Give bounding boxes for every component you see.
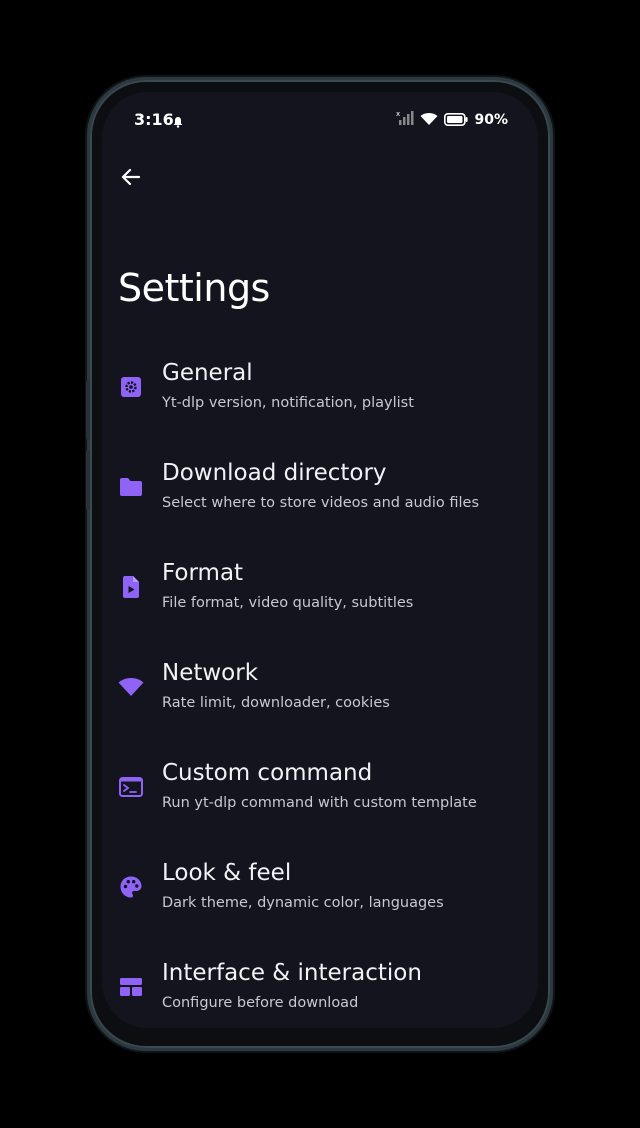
wifi-status-icon: [420, 111, 438, 130]
settings-item-title: Custom command: [162, 760, 373, 786]
dashboard-icon: [118, 974, 144, 1000]
power-button: [86, 450, 90, 510]
alarm-icon: [172, 113, 184, 132]
palette-icon: [118, 874, 144, 900]
settings-item-general[interactable]: General Yt-dlp version, notification, pl…: [102, 354, 538, 442]
status-icons: x 90%: [396, 110, 508, 130]
settings-item-title: Download directory: [162, 460, 387, 486]
settings-item-look-and-feel[interactable]: Look & feel Dark theme, dynamic color, l…: [102, 854, 538, 942]
settings-item-subtitle: Configure before download: [162, 995, 359, 1011]
settings-item-subtitle: Run yt-dlp command with custom template: [162, 795, 477, 811]
settings-item-subtitle: Rate limit, downloader, cookies: [162, 695, 390, 711]
settings-item-subtitle: Dark theme, dynamic color, languages: [162, 895, 444, 911]
settings-item-subtitle: Yt-dlp version, notification, playlist: [162, 395, 414, 411]
file-video-icon: [118, 574, 144, 600]
terminal-icon: [118, 774, 144, 800]
svg-text:x: x: [396, 110, 400, 118]
folder-icon: [118, 474, 144, 500]
settings-item-title: General: [162, 360, 253, 386]
settings-item-format[interactable]: Format File format, video quality, subti…: [102, 554, 538, 642]
status-time: 3:16: [134, 110, 174, 129]
gear-icon: [118, 374, 144, 400]
settings-item-title: Interface & interaction: [162, 960, 422, 986]
settings-item-network[interactable]: Network Rate limit, downloader, cookies: [102, 654, 538, 742]
settings-item-title: Network: [162, 660, 259, 686]
settings-item-subtitle: Select where to store videos and audio f…: [162, 495, 480, 511]
settings-item-subtitle: File format, video quality, subtitles: [162, 595, 414, 611]
screen: 3:16 x 90% Settings General Yt-dlp versi…: [102, 92, 538, 1028]
battery-level: 90%: [474, 112, 508, 128]
battery-icon: [444, 111, 469, 130]
signal-icon: x: [396, 110, 414, 130]
back-button[interactable]: [116, 164, 146, 194]
settings-item-title: Format: [162, 560, 244, 586]
settings-item-title: Look & feel: [162, 860, 292, 886]
arrow-back-icon: [120, 166, 142, 192]
settings-item-interface-and-interaction[interactable]: Interface & interaction Configure before…: [102, 954, 538, 1028]
volume-button: [86, 380, 90, 440]
settings-item-custom-command[interactable]: Custom command Run yt-dlp command with c…: [102, 754, 538, 842]
page-title: Settings: [118, 266, 270, 310]
settings-item-download-directory[interactable]: Download directory Select where to store…: [102, 454, 538, 542]
status-bar: 3:16 x 90%: [102, 92, 538, 150]
wifi-icon: [118, 674, 144, 700]
